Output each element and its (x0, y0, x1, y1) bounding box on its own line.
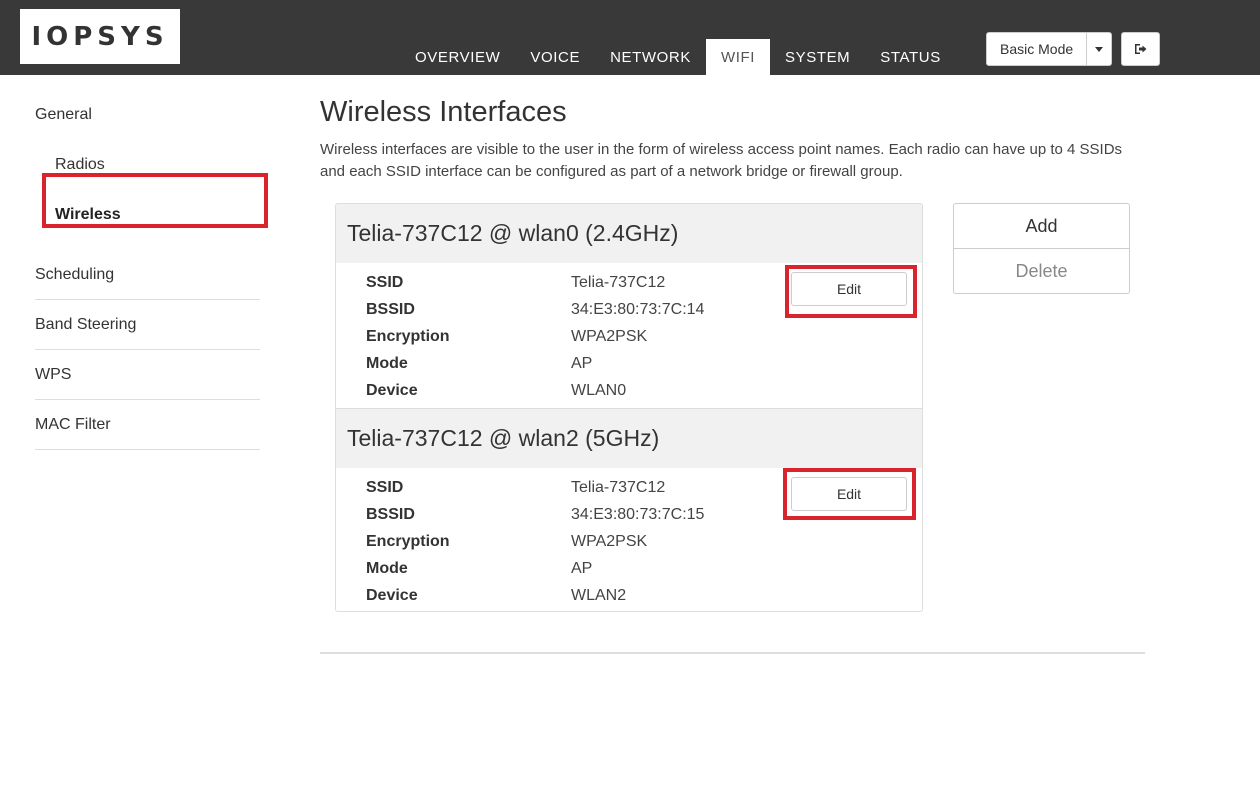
field-row-encryption: Encryption WPA2PSK (366, 323, 647, 350)
add-button[interactable]: Add (954, 204, 1129, 249)
field-value: AP (571, 354, 593, 372)
field-row-mode: Mode AP (366, 350, 592, 377)
divider (320, 652, 1145, 654)
logo-text: IOPSYS (31, 21, 169, 52)
field-row-encryption: Encryption WPA2PSK (366, 528, 647, 555)
field-row-mode: Mode AP (366, 555, 592, 582)
field-label: Encryption (366, 327, 450, 345)
field-row-ssid: SSID Telia-737C12 (366, 474, 665, 501)
main-nav: OVERVIEW VOICE NETWORK WIFI SYSTEM STATU… (400, 39, 956, 75)
field-label: SSID (366, 273, 404, 291)
tab-wifi[interactable]: WIFI (705, 39, 770, 75)
field-value: 34:E3:80:73:7C:15 (571, 505, 705, 523)
field-value: WPA2PSK (571, 532, 648, 550)
field-value: WPA2PSK (571, 327, 648, 345)
tab-system[interactable]: SYSTEM (770, 39, 865, 75)
field-label: Encryption (366, 532, 450, 550)
field-label: Mode (366, 354, 408, 372)
sidebar-item-mac-filter[interactable]: MAC Filter (35, 400, 260, 450)
field-value: WLAN2 (571, 586, 627, 604)
field-value: Telia-737C12 (571, 273, 666, 291)
interface-header: Telia-737C12 @ wlan0 (2.4GHz) (336, 204, 922, 263)
tab-status[interactable]: STATUS (865, 39, 956, 75)
field-label: SSID (366, 478, 404, 496)
interface-header: Telia-737C12 @ wlan2 (5GHz) (336, 409, 922, 468)
field-value: Telia-737C12 (571, 478, 666, 496)
field-label: Device (366, 381, 418, 399)
field-value: AP (571, 559, 593, 577)
iopsys-logo[interactable]: IOPSYS (20, 9, 180, 64)
logout-button[interactable] (1121, 32, 1160, 66)
delete-button[interactable]: Delete (954, 249, 1129, 294)
field-value: 34:E3:80:73:7C:14 (571, 300, 705, 318)
field-row-device: Device WLAN2 (366, 582, 626, 609)
interface-actions: Add Delete (953, 203, 1130, 294)
tab-overview[interactable]: OVERVIEW (400, 39, 515, 75)
page-title: Wireless Interfaces (320, 96, 567, 128)
field-label: Mode (366, 559, 408, 577)
field-row-ssid: SSID Telia-737C12 (366, 269, 665, 296)
basic-mode-button[interactable]: Basic Mode (987, 33, 1088, 65)
edit-highlight-box-1 (785, 265, 917, 318)
sidebar-item-scheduling[interactable]: Scheduling (35, 250, 260, 300)
field-row-device: Device WLAN0 (366, 377, 626, 404)
field-label: BSSID (366, 300, 415, 318)
field-value: WLAN0 (571, 381, 627, 399)
sidebar-item-band-steering[interactable]: Band Steering (35, 300, 260, 350)
field-label: BSSID (366, 505, 415, 523)
wireless-highlight-box (42, 173, 268, 228)
sidebar-item-general[interactable]: General (35, 90, 260, 140)
sidebar-item-wps[interactable]: WPS (35, 350, 260, 400)
tab-voice[interactable]: VOICE (515, 39, 595, 75)
field-row-bssid: BSSID 34:E3:80:73:7C:14 (366, 296, 704, 323)
mode-dropdown-toggle[interactable] (1087, 33, 1111, 65)
edit-highlight-box-2 (783, 468, 916, 520)
field-label: Device (366, 586, 418, 604)
sidebar: General Radios Wireless Scheduling Band … (35, 90, 260, 450)
mode-selector: Basic Mode (986, 32, 1113, 66)
caret-down-icon (1095, 46, 1104, 52)
top-bar: IOPSYS OVERVIEW VOICE NETWORK WIFI SYSTE… (0, 0, 1260, 75)
tab-network[interactable]: NETWORK (595, 39, 706, 75)
page-description: Wireless interfaces are visible to the u… (320, 141, 1123, 180)
field-row-bssid: BSSID 34:E3:80:73:7C:15 (366, 501, 704, 528)
logout-icon (1135, 44, 1147, 54)
